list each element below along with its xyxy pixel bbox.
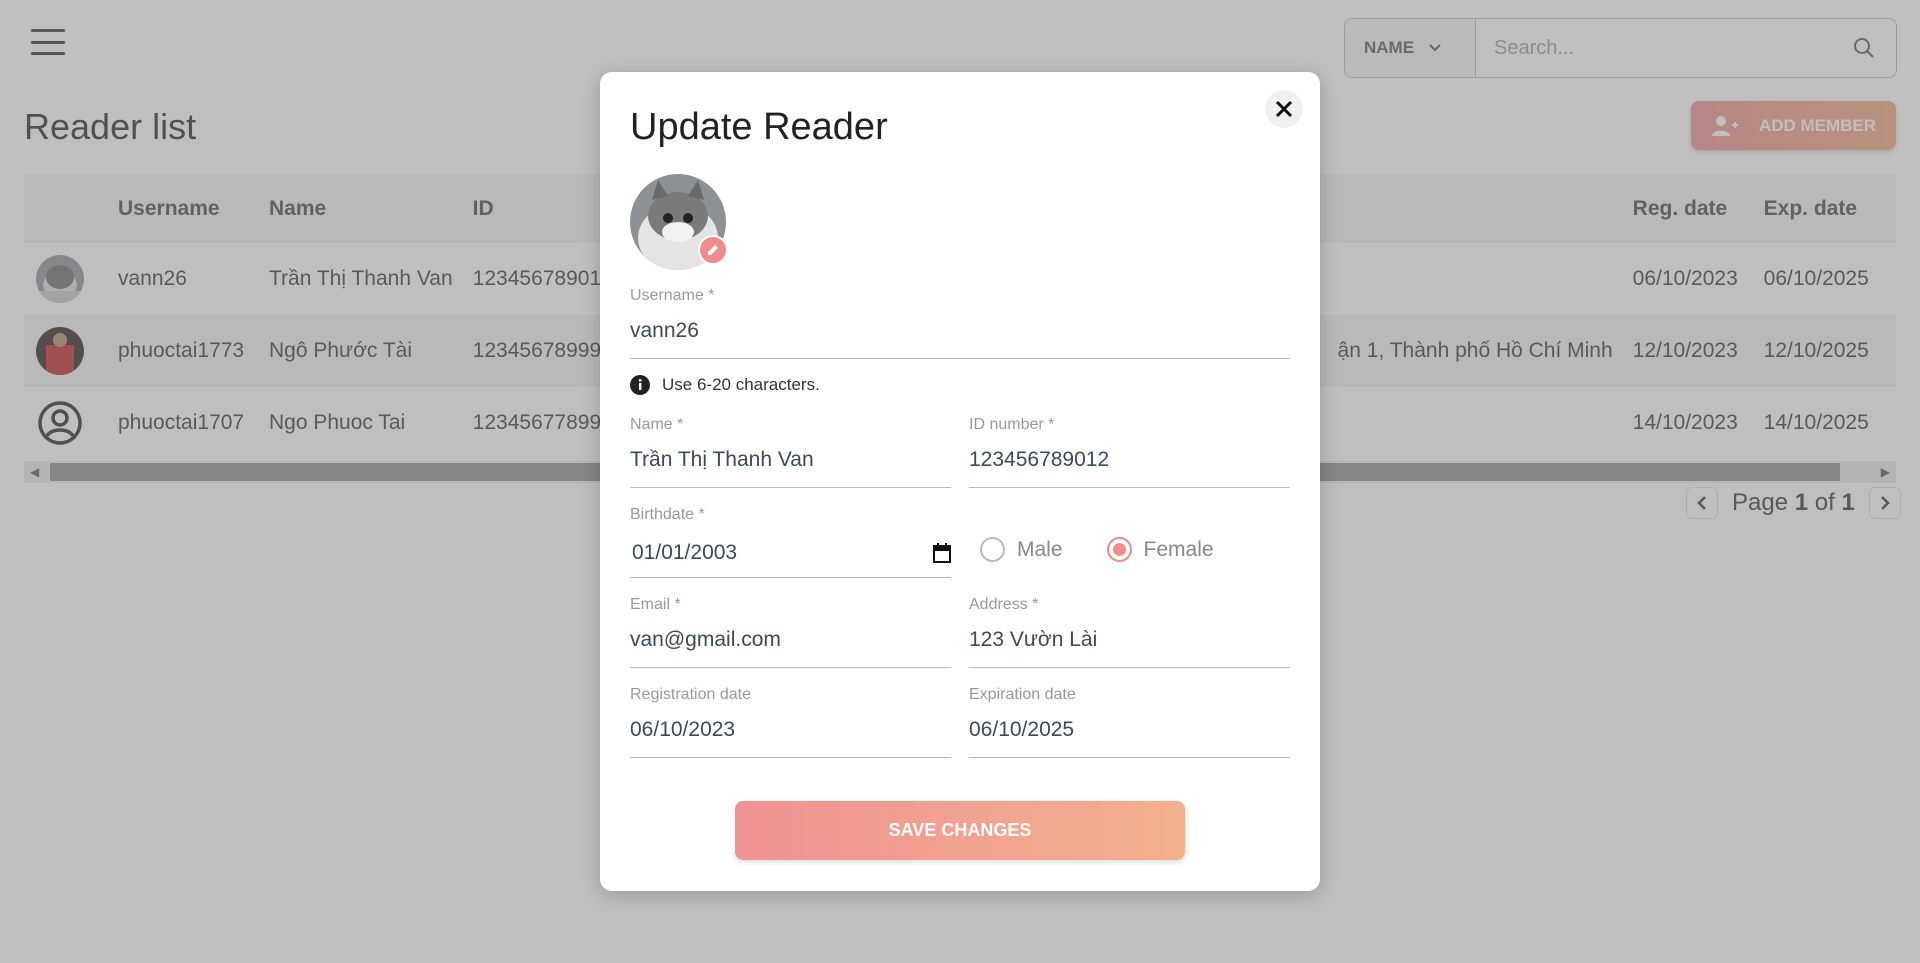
expiration-date-field: Expiration date 06/10/2025 <box>969 686 1290 758</box>
name-label: Name * <box>630 416 684 433</box>
username-label: Username * <box>630 287 715 304</box>
registration-date-label: Registration date <box>630 686 751 703</box>
username-field[interactable]: Username * vann26 <box>630 287 1290 359</box>
modal-title: Update Reader <box>630 106 888 148</box>
address-field[interactable]: Address * 123 Vườn Lài <box>969 596 1290 668</box>
address-label: Address * <box>969 596 1039 613</box>
username-input[interactable]: vann26 <box>630 319 1290 349</box>
registration-date-value: 06/10/2023 <box>630 718 736 741</box>
name-input[interactable]: Trần Thị Thanh Van <box>630 448 951 478</box>
address-input[interactable]: 123 Vườn Lài <box>969 628 1290 658</box>
email-field[interactable]: Email * van@gmail.com <box>630 596 951 668</box>
close-button[interactable] <box>1265 90 1303 128</box>
birthdate-field[interactable]: Birthdate * 01/01/2003 <box>630 506 951 578</box>
expiration-date-value: 06/10/2025 <box>969 718 1075 741</box>
birthdate-label: Birthdate * <box>630 506 705 523</box>
id-number-input[interactable]: 123456789012 <box>969 448 1290 478</box>
gender-radio-group: Male Female <box>980 537 1238 562</box>
calendar-icon[interactable] <box>933 543 951 563</box>
birthdate-input[interactable]: 01/01/2003 <box>630 538 951 568</box>
update-reader-modal: Update Reader Username * vann26 Use 6-20… <box>600 72 1320 891</box>
registration-date-field: Registration date 06/10/2023 <box>630 686 951 758</box>
birthdate-value: 01/01/2003 <box>632 541 738 564</box>
radio-checked-icon <box>1106 537 1132 562</box>
gender-male-label: Male <box>1017 537 1063 561</box>
id-number-label: ID number * <box>969 416 1055 433</box>
gender-female-label: Female <box>1143 537 1214 561</box>
radio-unchecked-icon <box>980 537 1005 562</box>
gender-female-radio[interactable]: Female <box>1106 537 1214 562</box>
id-number-field[interactable]: ID number * 123456789012 <box>969 416 1290 488</box>
name-field[interactable]: Name * Trần Thị Thanh Van <box>630 416 951 488</box>
gender-male-radio[interactable]: Male <box>980 537 1063 562</box>
edit-avatar-button[interactable] <box>698 235 728 265</box>
expiration-date-label: Expiration date <box>969 686 1076 703</box>
email-label: Email * <box>630 596 681 613</box>
close-icon <box>1275 100 1293 118</box>
username-hint-text: Use 6-20 characters. <box>662 375 820 394</box>
pencil-icon <box>708 245 718 255</box>
email-input[interactable]: van@gmail.com <box>630 628 951 658</box>
save-changes-button[interactable]: SAVE CHANGES <box>735 801 1185 860</box>
username-hint: Use 6-20 characters. <box>630 375 820 395</box>
info-icon <box>630 375 650 395</box>
